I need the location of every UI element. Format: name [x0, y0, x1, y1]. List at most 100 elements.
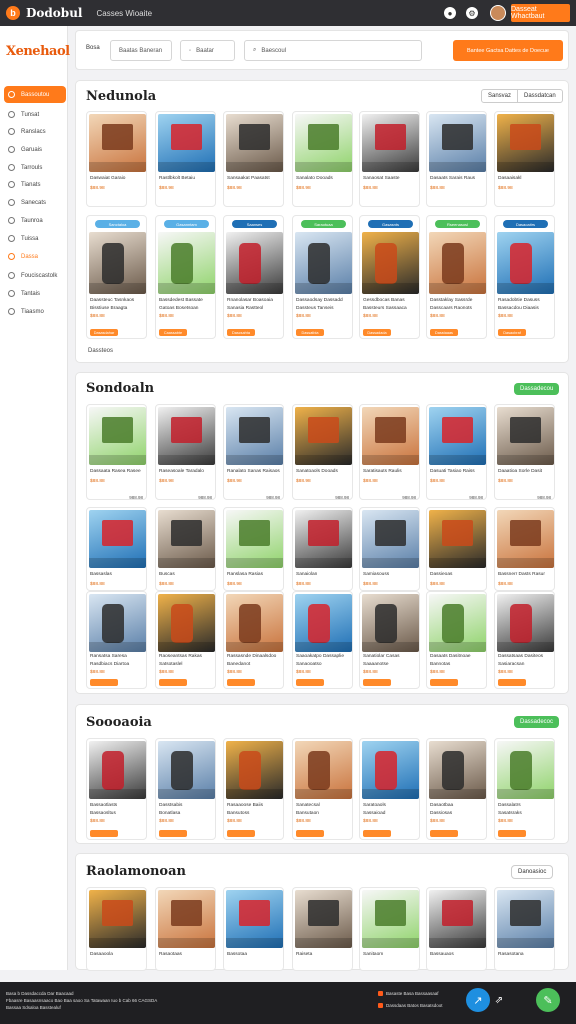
sidebar-item[interactable]: Sanecats — [4, 196, 66, 209]
card-action-button[interactable]: Dasstaaas — [430, 329, 458, 336]
product-card[interactable]: Bassauaos — [426, 887, 487, 971]
product-card[interactable]: Ranalato Sanas Raisaos $88.98 988.98 — [223, 404, 284, 500]
sidebar-item[interactable]: Tarrouls — [4, 161, 66, 174]
card-action-button[interactable] — [363, 830, 391, 837]
card-action-button[interactable] — [296, 679, 324, 686]
sidebar-item[interactable]: Ranslacs — [4, 125, 66, 138]
footer-line-3[interactable]: Bassaa Sdsaloa Basstealuf — [6, 1005, 61, 1010]
card-action-button[interactable]: Dascsahta — [227, 329, 255, 336]
product-card[interactable]: Ranslasa Rasias$88.98988.98 — [223, 507, 284, 591]
category-select[interactable]: Baatas Baneran — [110, 40, 172, 61]
product-card[interactable]: Dassaata Rasea Rasee $88.88 988.98 — [86, 404, 147, 500]
product-card[interactable]: Saaoakatpo Dassaplie Sanaooatso $88.88 — [292, 591, 353, 689]
section-action-button[interactable]: Danoasioc — [511, 865, 554, 879]
product-card[interactable]: Bassaotlasts Bassaosltus $88.88 — [86, 738, 147, 840]
product-card[interactable]: Dasaoaitrs Rasadobtie Dasuss Bassacdou Dia… — [494, 215, 555, 339]
card-action-button[interactable]: Caassabte — [159, 329, 187, 336]
product-card[interactable]: Saratoaols Sassaioad $88.88 — [359, 738, 420, 840]
product-card[interactable]: Dasuati Tasiao Raiss $88.88 988.98 — [426, 404, 487, 500]
brand-logo-icon[interactable]: b — [6, 6, 20, 20]
card-action-button[interactable] — [296, 830, 324, 837]
product-card[interactable]: Gasasnts Gessdbocas Banas Bassteurs Sassaa… — [359, 215, 420, 339]
sidebar-item[interactable]: Tianats — [4, 178, 66, 191]
card-action-button[interactable] — [227, 830, 255, 837]
sidebar-item[interactable]: Fouciscastolk — [4, 269, 66, 282]
card-action-button[interactable]: Dassadada — [363, 329, 391, 336]
sidebar-item[interactable]: Tiaasmo — [4, 305, 66, 318]
user-avatar[interactable] — [490, 5, 506, 21]
chat-icon[interactable]: ● — [444, 7, 456, 19]
header-action-button[interactable]: Bantee Gactsa Dattes de Doecue — [453, 40, 563, 61]
top-cta-button[interactable]: Dasseat Whactbaut — [511, 4, 570, 22]
product-card[interactable]: Gasanntam Bassdedest Bassate Gatoas Bosets… — [155, 215, 216, 339]
card-action-button[interactable]: Dasasdahar — [90, 329, 118, 336]
product-card[interactable]: Saraotuaa Dassaodsay Dassadd Dassteus Tans… — [292, 215, 353, 339]
card-action-button[interactable]: Dassatbia — [296, 329, 324, 336]
edit-fab-icon[interactable]: ✎ — [536, 988, 560, 1012]
sidebar-item[interactable]: Tuissa — [4, 232, 66, 245]
footer-link-2[interactable]: Dassdaas Batos Basatsdoot — [378, 1003, 443, 1008]
card-action-button[interactable] — [430, 679, 458, 686]
sidebar-item[interactable]: Tunsat — [4, 108, 66, 121]
sidebar-item[interactable]: Tantais — [4, 287, 66, 300]
product-card[interactable]: Saratisauts Raulis $88.88 988.98 — [359, 404, 420, 500]
product-card[interactable]: Raoseantsas Rakas Satsotaslel $88.88 — [155, 591, 216, 689]
search-input[interactable]: ⌕ Baescoul — [244, 40, 422, 61]
product-card[interactable]: Samiasouss$88.88988.98 — [359, 507, 420, 591]
section-action-button[interactable]: Dassadecoc — [514, 716, 560, 728]
settings-icon[interactable]: ⚙ — [466, 7, 478, 19]
product-card[interactable]: Dasaats Dasitnoae Bannotas $88.88 — [426, 591, 487, 689]
product-card[interactable]: Bassnerr Dasts Rasur$88.88988.98 — [494, 507, 555, 591]
location-select[interactable]: ◦ Baatar — [180, 40, 235, 61]
product-card[interactable]: Daswaiat Garaio $88.98 — [86, 111, 147, 207]
tab-view-2[interactable]: Dassdatcan — [518, 90, 562, 102]
product-card[interactable]: Ransatsa Saresa Rasdbiacs Diartoa $88.88 — [86, 591, 147, 689]
product-card[interactable]: Dasaaoola — [86, 887, 147, 971]
card-action-button[interactable] — [90, 679, 118, 686]
product-card[interactable]: Sanalato Dooads $88.98 — [292, 111, 353, 207]
product-card[interactable]: Rasaaoose Baiis Bansutoss $88.88 — [223, 738, 284, 840]
product-card[interactable]: Rassasnde Dinaalsdoo Banedanot $88.88 — [223, 591, 284, 689]
product-card[interactable]: Sanaosat Saaste $88.88 — [359, 111, 420, 207]
product-card[interactable]: Bassaslas$88.88988.98 — [86, 507, 147, 591]
product-card[interactable]: Rastlbkolt Betaiu $88.98 — [155, 111, 216, 207]
sidebar-item[interactable]: Garuais — [4, 143, 66, 156]
product-card[interactable]: Raiseta — [292, 887, 353, 971]
product-card[interactable]: Sanaiolan$88.88988.98 — [292, 507, 353, 591]
card-action-button[interactable] — [498, 679, 526, 686]
product-card[interactable]: Dasstsabis Bonatlasa $88.88 — [155, 738, 216, 840]
product-card[interactable]: Bassotaa — [223, 887, 284, 971]
product-card[interactable]: Sanitaom — [359, 887, 420, 971]
section-footer-link[interactable]: Dassteos — [88, 348, 113, 354]
product-card[interactable]: Dassieoas$88.88988.98 — [426, 507, 487, 591]
export-icon[interactable]: ⇗ — [490, 991, 508, 1009]
product-card[interactable]: Daaatioa Sorle Dasit $88.88 988.98 — [494, 404, 555, 500]
footer-link-1[interactable]: Basaste Basa Bassaasaaf — [378, 991, 439, 996]
section-action-button[interactable]: Dassadecou — [514, 383, 560, 395]
product-card[interactable]: Dassalatrs Sasatsraks $88.88 — [494, 738, 555, 840]
card-action-button[interactable] — [498, 830, 526, 837]
product-card[interactable]: Dassatsaas Dasiteos Sasiaracsan $88.88 — [494, 591, 555, 689]
card-action-button[interactable] — [363, 679, 391, 686]
product-card[interactable]: Dasaaisakl $88.98 — [494, 111, 555, 207]
card-action-button[interactable] — [430, 830, 458, 837]
sidebar-item[interactable]: Dassa — [4, 250, 66, 263]
product-card[interactable]: Saanses Rnanolasar Boasoaia Sanasia Rastte… — [223, 215, 284, 339]
card-action-button[interactable] — [227, 679, 255, 686]
product-card[interactable]: Rasaotaas — [155, 887, 216, 971]
product-card[interactable]: Raseasoale Taradalo $88.98 988.98 — [155, 404, 216, 500]
product-card[interactable]: Sanatecsal Bansutaon $88.88 — [292, 738, 353, 840]
sidebar-logo[interactable]: Xenehaol — [6, 44, 70, 59]
product-card[interactable]: Dasaats Sarais Raus $88.88 — [426, 111, 487, 207]
product-card[interactable]: Dasaotbaa Dassiosas $88.88 — [426, 738, 487, 840]
product-card[interactable]: Rasasotana — [494, 887, 555, 971]
product-card[interactable]: Sanatoaols Dooads $88.98 988.98 — [292, 404, 353, 500]
brand-name[interactable]: Dodobul — [26, 6, 82, 20]
product-card[interactable]: Sansaakat Paasatst $88.98 — [223, 111, 284, 207]
card-action-button[interactable] — [159, 830, 187, 837]
product-card[interactable]: Rseenasosl Dasstaklay Sassrde Dasscaars Ra… — [426, 215, 487, 339]
product-card[interactable]: Sanctaloa Daassteuc Tasnkaos Bisstiuse Bra… — [86, 215, 147, 339]
card-action-button[interactable] — [159, 679, 187, 686]
tab-view-1[interactable]: Sansvaz — [482, 90, 519, 102]
card-action-button[interactable] — [90, 830, 118, 837]
